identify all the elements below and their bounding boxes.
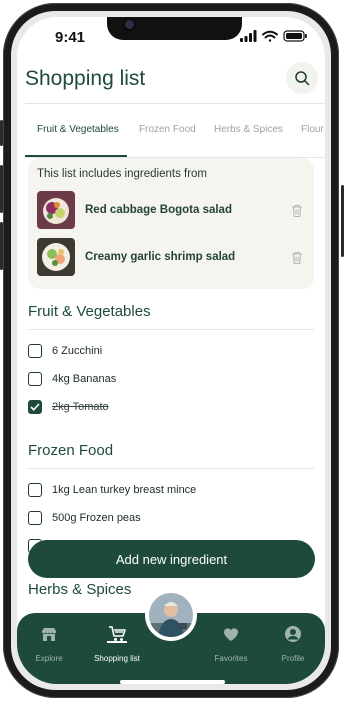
list-item[interactable]: 500g Frozen peas xyxy=(28,508,141,528)
trash-icon[interactable] xyxy=(290,250,304,265)
section-title-frozen-food: Frozen Food xyxy=(28,442,114,459)
section-divider xyxy=(28,329,314,330)
home-indicator[interactable] xyxy=(120,680,225,684)
tab-flour[interactable]: Flour xyxy=(301,124,324,135)
tab-fruit-vegetables[interactable]: Fruit & Vegetables xyxy=(37,124,119,135)
recipe-name[interactable]: Red cabbage Bogota salad xyxy=(85,204,232,216)
list-item[interactable]: 2kg Tomato xyxy=(28,397,109,417)
phone-frame: 9:41 Shopping list Fruit & Vegetables Fr… xyxy=(3,3,339,698)
list-item[interactable]: 6 Zucchini xyxy=(28,341,102,361)
nav-profile[interactable]: Profile xyxy=(263,625,323,663)
checkbox[interactable] xyxy=(28,372,42,386)
heart-icon xyxy=(224,628,238,641)
recipe-thumbnail[interactable] xyxy=(37,238,75,276)
item-label: 1kg Lean turkey breast mince xyxy=(52,484,197,496)
battery-icon xyxy=(283,30,307,42)
category-tabs: Fruit & Vegetables Frozen Food Herbs & S… xyxy=(25,124,325,150)
search-button[interactable] xyxy=(286,62,318,94)
section-title-herbs-spices: Herbs & Spices xyxy=(28,581,132,598)
active-nav-indicator xyxy=(107,641,127,643)
tab-frozen-food[interactable]: Frozen Food xyxy=(139,124,196,135)
nav-label: Profile xyxy=(281,654,305,663)
list-item[interactable]: 1kg Lean turkey breast mince xyxy=(28,480,196,500)
avatar[interactable] xyxy=(149,593,193,637)
page-title: Shopping list xyxy=(25,67,146,90)
search-icon xyxy=(295,71,310,86)
checkbox[interactable] xyxy=(28,483,42,497)
checkmark-icon xyxy=(30,403,40,411)
active-tab-indicator xyxy=(25,155,127,157)
nav-label: Shopping list xyxy=(94,654,140,663)
item-label: 2kg Tomato xyxy=(52,401,109,413)
signal-icon xyxy=(240,30,257,42)
item-label: 6 Zucchini xyxy=(52,345,103,357)
tab-herbs-spices[interactable]: Herbs & Spices xyxy=(214,124,283,135)
nav-label: Explore xyxy=(35,654,63,663)
item-label: 500g Frozen peas xyxy=(52,512,141,524)
item-label: 4kg Bananas xyxy=(52,373,117,385)
section-divider xyxy=(28,468,314,469)
app-screen: 9:41 Shopping list Fruit & Vegetables Fr… xyxy=(17,17,325,684)
section-title-fruit-vegetables: Fruit & Vegetables xyxy=(28,303,151,320)
status-time: 9:41 xyxy=(55,29,86,46)
store-icon xyxy=(42,628,56,641)
checkbox[interactable] xyxy=(28,344,42,358)
nav-shopping-list[interactable]: Shopping list xyxy=(87,625,147,663)
recipes-heading: This list includes ingredients from xyxy=(37,168,208,180)
checkbox[interactable] xyxy=(28,511,42,525)
recipe-name[interactable]: Creamy garlic shrimp salad xyxy=(85,251,235,263)
nav-label: Favorites xyxy=(214,654,248,663)
add-ingredient-button[interactable]: Add new ingredient xyxy=(28,540,315,578)
list-item[interactable]: 4kg Bananas xyxy=(28,369,116,389)
wifi-icon xyxy=(262,30,278,42)
nav-favorites[interactable]: Favorites xyxy=(201,625,261,663)
profile-icon xyxy=(285,626,301,642)
status-icons xyxy=(240,30,307,42)
trash-icon[interactable] xyxy=(290,203,304,218)
checkbox-checked[interactable] xyxy=(28,400,42,414)
camera-icon xyxy=(125,20,134,29)
nav-explore[interactable]: Explore xyxy=(19,625,79,663)
header-divider xyxy=(25,103,325,104)
recipe-thumbnail[interactable] xyxy=(37,191,75,229)
